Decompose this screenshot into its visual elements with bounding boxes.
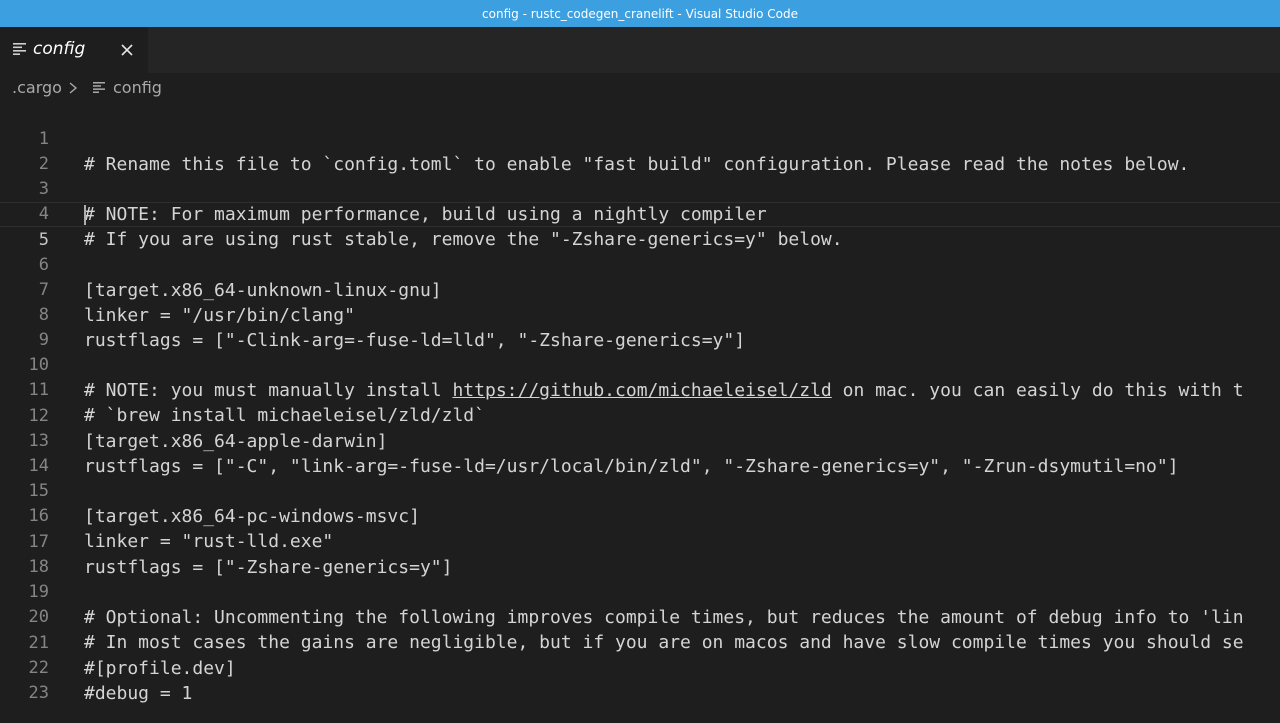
file-lines-icon bbox=[93, 82, 105, 93]
text-cursor bbox=[84, 205, 86, 225]
tab-config[interactable]: config bbox=[0, 27, 148, 73]
code-line[interactable]: 4 # If you are using rust stable, remove… bbox=[0, 177, 1280, 250]
chevron-right-icon bbox=[69, 82, 78, 94]
code-line[interactable]: 6 [target.x86_64-unknown-linux-gnu] bbox=[0, 228, 1280, 301]
code-line[interactable]: 20 # In most cases the gains are negligi… bbox=[0, 580, 1280, 653]
code-line[interactable]: 15 [target.x86_64-pc-windows-msvc] bbox=[0, 454, 1280, 527]
tab-label: config bbox=[33, 39, 86, 59]
code-line[interactable]: 9 bbox=[0, 303, 1280, 350]
code-line[interactable]: 11 # `brew install michaeleisel/zld/zld` bbox=[0, 353, 1280, 426]
code-line[interactable]: 16 linker = "rust-lld.exe" bbox=[0, 479, 1280, 552]
close-icon[interactable] bbox=[117, 40, 137, 60]
code-line[interactable]: 1 # Rename this file to `config.toml` to… bbox=[0, 102, 1280, 175]
code-line[interactable]: 3 # NOTE: For maximum performance, build… bbox=[0, 152, 1280, 225]
breadcrumb-file[interactable]: config bbox=[113, 78, 162, 97]
file-lines-icon bbox=[13, 43, 26, 55]
code-line[interactable]: 7 linker = "/usr/bin/clang" bbox=[0, 253, 1280, 326]
code-line[interactable]: 14 bbox=[0, 429, 1280, 476]
window-titlebar: config - rustc_codegen_cranelift - Visua… bbox=[0, 0, 1280, 27]
code-line[interactable]: 12 [target.x86_64-apple-darwin] bbox=[0, 379, 1280, 452]
code-line[interactable]: 19 # Optional: Uncommenting the followin… bbox=[0, 555, 1280, 628]
code-editor[interactable]: 1 # Rename this file to `config.toml` to… bbox=[0, 102, 1280, 723]
code-line[interactable]: 13 rustflags = ["-C", "link-arg=-fuse-ld… bbox=[0, 404, 1280, 477]
code-line[interactable]: 17 rustflags = ["-Zshare-generics=y"] bbox=[0, 505, 1280, 578]
code-line[interactable]: 23 bbox=[0, 656, 1280, 703]
line-number: 23 bbox=[28, 683, 49, 703]
tab-bar: config bbox=[0, 27, 1280, 73]
line-text: #debug = 1 bbox=[84, 683, 193, 704]
breadcrumb: .cargo config bbox=[0, 73, 1280, 102]
code-line[interactable]: 22 #debug = 1 bbox=[0, 631, 1280, 704]
current-line[interactable]: 5 bbox=[0, 202, 1280, 250]
code-line[interactable]: 10 # NOTE: you must manually install htt… bbox=[0, 328, 1280, 401]
code-line[interactable]: 2 bbox=[0, 127, 1280, 174]
window-title: config - rustc_codegen_cranelift - Visua… bbox=[482, 6, 798, 21]
code-line[interactable]: 18 bbox=[0, 530, 1280, 577]
breadcrumb-folder[interactable]: .cargo bbox=[12, 78, 62, 97]
code-line[interactable]: 21 #[profile.dev] bbox=[0, 606, 1280, 679]
code-line[interactable]: 8 rustflags = ["-Clink-arg=-fuse-ld=lld"… bbox=[0, 278, 1280, 351]
